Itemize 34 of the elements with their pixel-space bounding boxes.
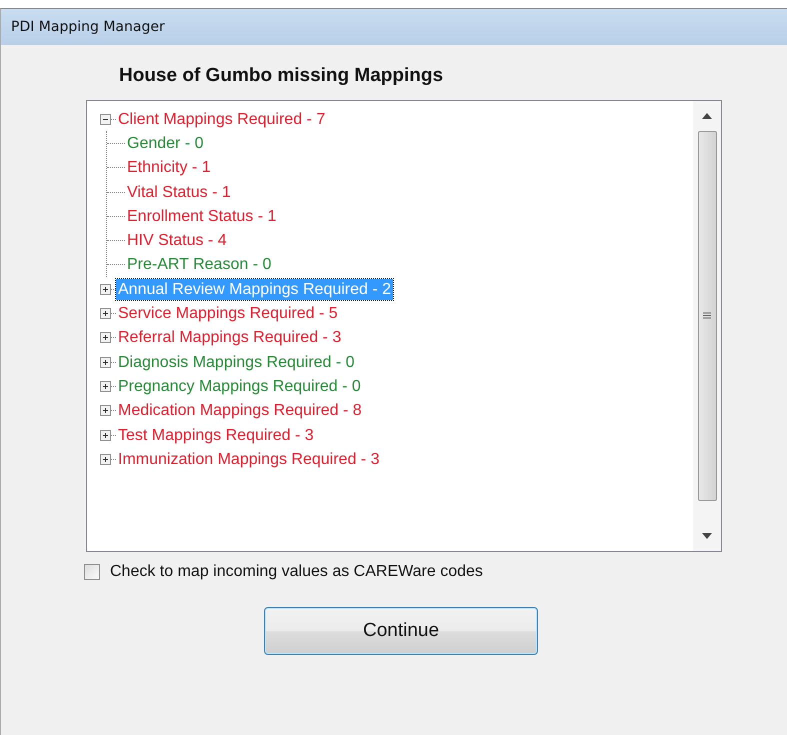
heading: House of Gumbo missing Mappings	[119, 65, 444, 87]
checkbox-label: Check to map incoming values as CAREWare codes	[110, 563, 483, 581]
expand-icon[interactable]	[100, 356, 111, 368]
tree-item[interactable]: Pregnancy Mappings Required - 0	[116, 376, 363, 397]
tree-item[interactable]: Vital Status - 1	[125, 182, 233, 203]
tree-item[interactable]: Client Mappings Required - 7	[116, 108, 328, 130]
expand-icon[interactable]	[100, 454, 111, 465]
expand-icon[interactable]	[100, 380, 111, 392]
tree-item[interactable]: HIV Status - 4	[125, 230, 229, 252]
tree-item[interactable]: Annual Review Mappings Required - 2	[116, 278, 394, 300]
tree-item[interactable]: Diagnosis Mappings Required - 0	[116, 352, 357, 373]
tree-item[interactable]: Medication Mappings Required - 8	[116, 400, 364, 422]
tree-item[interactable]: Pre-ART Reason - 0	[125, 254, 274, 276]
collapse-icon[interactable]	[100, 114, 111, 125]
scroll-down-icon[interactable]	[702, 533, 712, 539]
expand-icon[interactable]	[100, 430, 111, 440]
expand-icon[interactable]	[100, 284, 111, 295]
checkbox[interactable]	[84, 564, 100, 580]
expand-icon[interactable]	[100, 308, 111, 320]
tree-item[interactable]: Gender - 0	[125, 132, 206, 154]
window-title: PDI Mapping Manager	[11, 19, 165, 35]
scrollbar[interactable]	[693, 101, 721, 551]
tree-item[interactable]: Enrollment Status - 1	[125, 206, 278, 227]
continue-button[interactable]: Continue	[264, 607, 538, 655]
tree-item[interactable]: Test Mappings Required - 3	[116, 424, 316, 446]
expand-icon[interactable]	[100, 332, 111, 344]
scroll-thumb[interactable]	[698, 131, 716, 501]
scroll-up-icon[interactable]	[702, 113, 712, 119]
grip-icon	[703, 312, 711, 320]
expand-icon[interactable]	[100, 405, 111, 416]
tree-item[interactable]: Service Mappings Required - 5	[116, 303, 340, 324]
tree-item[interactable]: Immunization Mappings Required - 3	[116, 448, 382, 470]
tree-item[interactable]: Referral Mappings Required - 3	[116, 327, 344, 348]
tree-item[interactable]: Ethnicity - 1	[125, 157, 213, 178]
